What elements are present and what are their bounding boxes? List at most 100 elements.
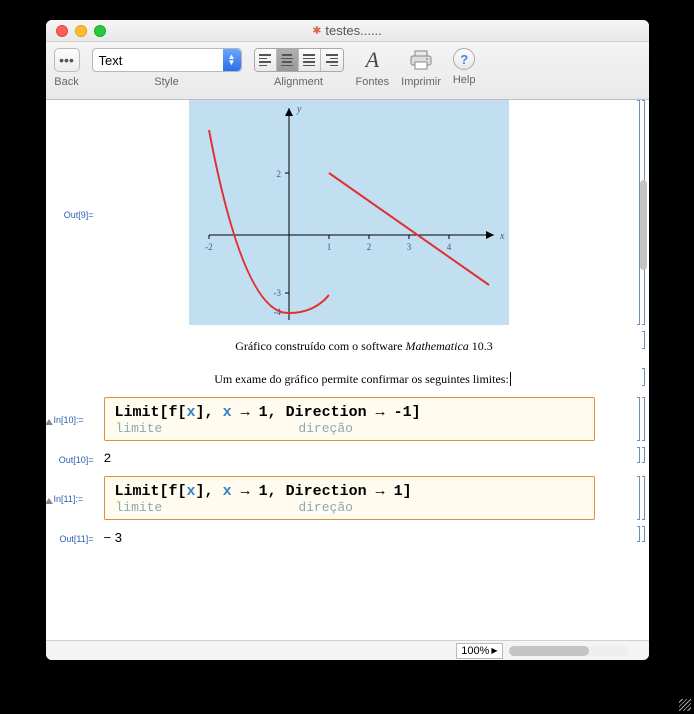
print-button[interactable] (408, 48, 434, 72)
svg-text:x: x (499, 231, 505, 242)
alignment-group: Alignment (254, 48, 344, 88)
align-center-button[interactable] (277, 49, 299, 71)
code-arrow1: → 1, (232, 404, 286, 421)
fonts-group: A Fontes (356, 48, 390, 88)
back-button[interactable]: ••• (54, 48, 80, 72)
disclosure-triangle-icon[interactable] (46, 419, 53, 425)
titlebar: ✱ testes...... (46, 20, 649, 42)
svg-text:2: 2 (277, 169, 282, 179)
code-end: → -1] (367, 404, 421, 421)
cell-brackets[interactable] (625, 447, 649, 470)
cell-in11: In[11]:= Limit[f[x], x → 1, Direction → … (46, 476, 649, 520)
out11-label: Out[11]= (46, 526, 104, 550)
cell-out11: Out[11]= − 3 (46, 526, 649, 550)
out10-label: Out[10]= (46, 447, 104, 470)
back-icon: ••• (59, 52, 74, 68)
window-title: ✱ testes...... (46, 23, 649, 38)
cell-brackets[interactable] (625, 476, 649, 520)
app-window: ✱ testes...... ••• Back Text ▲▼ Style (46, 20, 649, 660)
chevron-updown-icon: ▲▼ (223, 49, 241, 71)
out10-value[interactable]: 2 (104, 447, 625, 470)
zoom-dropdown[interactable]: 100% ▶ (456, 643, 502, 659)
code-direction: Direction (286, 483, 367, 500)
align-justify-icon (303, 54, 315, 66)
cell-in10: In[10]:= Limit[f[x], x → 1, Direction → … (46, 397, 649, 441)
window-title-text: testes...... (325, 23, 381, 38)
print-group: Imprimir (401, 48, 441, 88)
code-f: [f[ (160, 404, 187, 421)
cell-brackets[interactable] (625, 331, 649, 362)
svg-text:-2: -2 (205, 242, 213, 252)
in11-body: Limit[f[x], x → 1, Direction → 1] limite… (104, 476, 625, 520)
code-f: [f[ (160, 483, 187, 500)
out9-label: Out[9]= (46, 100, 104, 325)
fonts-label: Fontes (356, 76, 390, 88)
in10-label: In[10]:= (54, 415, 84, 425)
hint-limite: limite (116, 500, 163, 515)
svg-text:2: 2 (367, 242, 372, 252)
back-group: ••• Back (54, 48, 80, 88)
horizontal-scrollbar[interactable] (509, 646, 629, 656)
caption-version: 10.3 (469, 339, 493, 353)
in11-label: In[11]:= (54, 494, 84, 504)
svg-text:4: 4 (447, 242, 452, 252)
code-hints: limite direção (115, 500, 584, 515)
alignment-label: Alignment (274, 76, 323, 88)
in10-code[interactable]: Limit[f[x], x → 1, Direction → -1] limit… (104, 397, 595, 441)
svg-text:-3: -3 (274, 288, 282, 298)
plot-output[interactable]: -2 1 2 3 4 2 -3 (189, 100, 509, 325)
out11-text: − 3 (104, 530, 122, 545)
scrollbar-thumb[interactable] (509, 646, 589, 656)
code-var-x2: x (223, 404, 232, 421)
cell-out9: Out[9]= -2 (46, 100, 649, 325)
zoom-value: 100% (461, 645, 489, 657)
help-label: Help (453, 74, 476, 86)
help-group: ? Help (453, 48, 476, 86)
align-left-icon (259, 54, 271, 66)
align-left-button[interactable] (255, 49, 277, 71)
text-line[interactable]: Um exame do gráfico permite confirmar os… (104, 368, 625, 391)
svg-text:y: y (296, 104, 302, 115)
plot-svg: -2 1 2 3 4 2 -3 (189, 100, 509, 325)
chevron-right-icon: ▶ (491, 646, 497, 655)
notebook-content: Out[9]= -2 (46, 100, 649, 640)
out11-value[interactable]: − 3 (104, 526, 625, 550)
cell-brackets[interactable] (625, 368, 649, 391)
disclosure-triangle-icon[interactable] (46, 498, 53, 504)
style-value: Text (99, 53, 123, 68)
help-button[interactable]: ? (453, 48, 475, 70)
code-var-x: x (187, 404, 196, 421)
hint-direcao: direção (298, 500, 353, 515)
plot-caption: Gráfico construído com o software Mathem… (104, 331, 625, 362)
style-dropdown[interactable]: Text ▲▼ (92, 48, 242, 72)
code-limit: Limit (115, 483, 160, 500)
code-direction: Direction (286, 404, 367, 421)
align-justify-button[interactable] (299, 49, 321, 71)
cell-text: Um exame do gráfico permite confirmar os… (46, 368, 649, 391)
caption-prefix: Gráfico construído com o software (235, 339, 405, 353)
cell-out10: Out[10]= 2 (46, 447, 649, 470)
code-arrow1: → 1, (232, 483, 286, 500)
align-right-button[interactable] (321, 49, 343, 71)
code-mid: ], (196, 404, 223, 421)
code-var-x: x (187, 483, 196, 500)
in10-label-wrap: In[10]:= (46, 397, 104, 441)
text-exam: Um exame do gráfico permite confirmar os… (214, 372, 509, 386)
cell-caption: Gráfico construído com o software Mathem… (46, 331, 649, 362)
code-limit: Limit (115, 404, 160, 421)
notebook[interactable]: Out[9]= -2 (46, 100, 649, 640)
in10-body: Limit[f[x], x → 1, Direction → -1] limit… (104, 397, 625, 441)
in11-code[interactable]: Limit[f[x], x → 1, Direction → 1] limite… (104, 476, 595, 520)
hint-direcao: direção (298, 421, 353, 436)
vertical-scrollbar[interactable] (640, 180, 647, 270)
code-hints: limite direção (115, 421, 584, 436)
cell-brackets[interactable] (625, 526, 649, 550)
caption-software: Mathematica (405, 339, 468, 353)
align-right-icon (326, 54, 338, 66)
code-var-x2: x (223, 483, 232, 500)
toolbar: ••• Back Text ▲▼ Style Alignment A Fonte… (46, 42, 649, 100)
fonts-button[interactable]: A (366, 48, 379, 72)
alignment-segmented (254, 48, 344, 72)
text-cursor (510, 372, 514, 386)
cell-brackets[interactable] (625, 397, 649, 441)
